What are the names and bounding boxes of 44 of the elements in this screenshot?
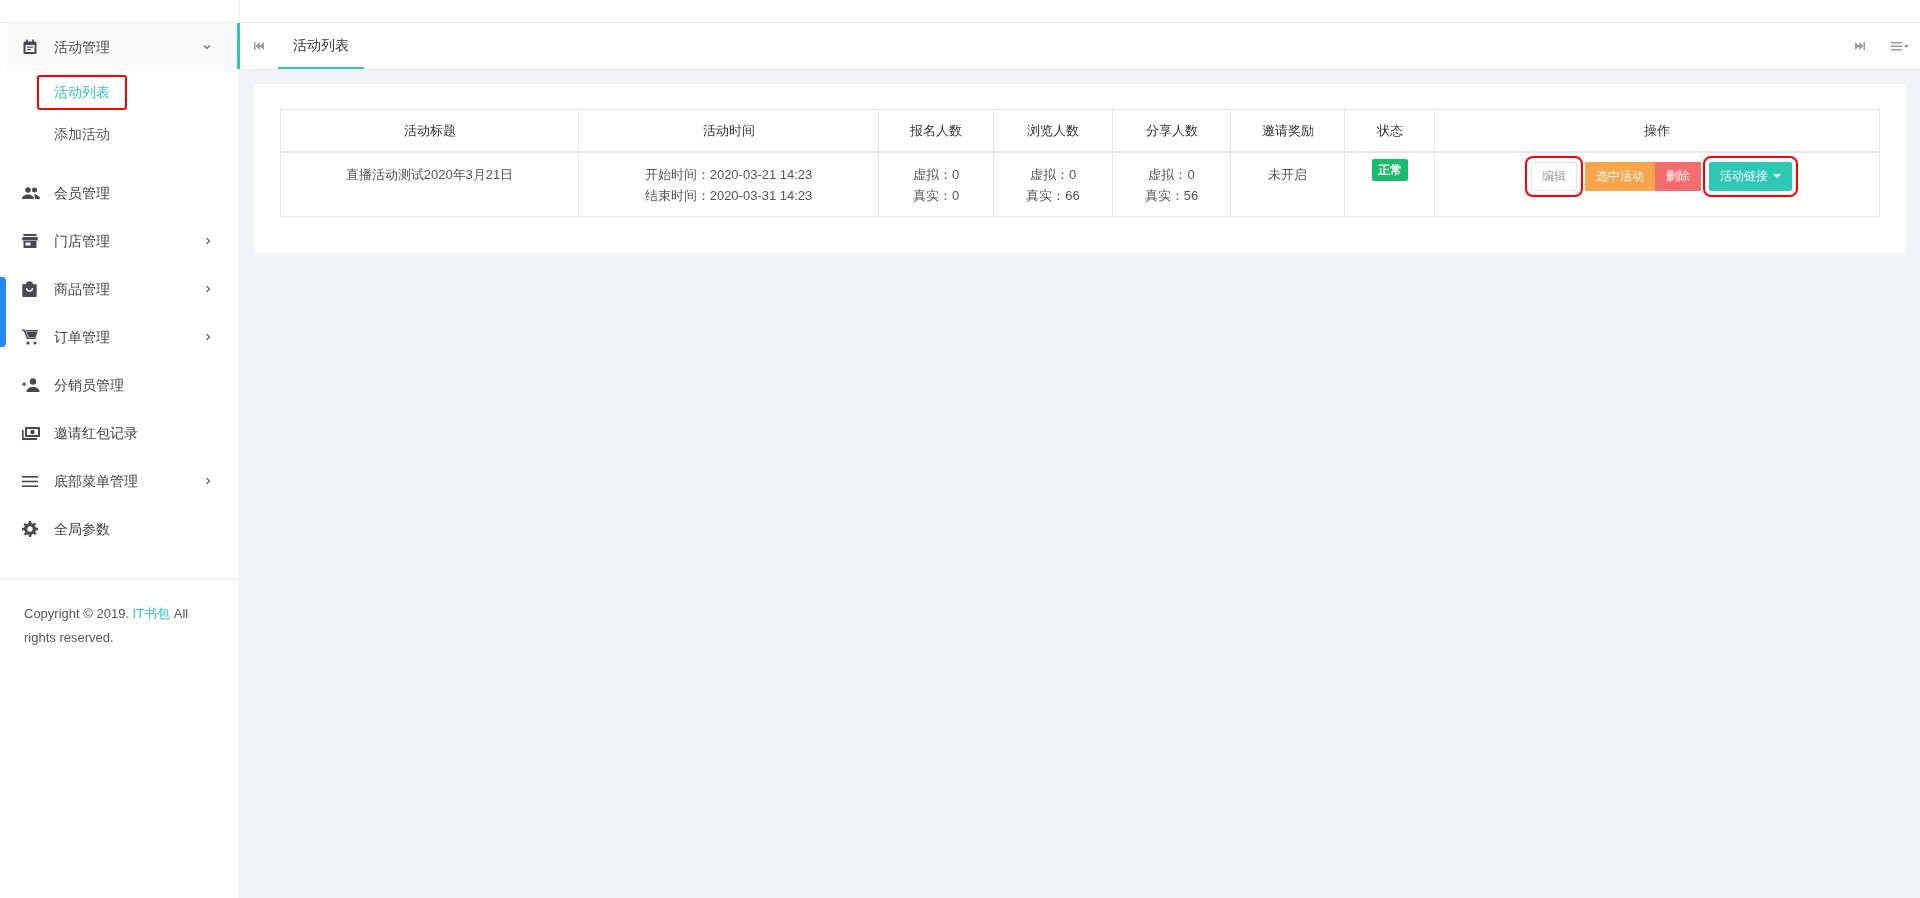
column-header: 活动标题: [280, 109, 579, 152]
column-header: 状态: [1344, 109, 1435, 152]
sidebar-item[interactable]: 邀请红包记录: [7, 409, 239, 457]
time-text: 开始时间：2020-03-21 14:23: [643, 165, 814, 184]
edge-indicator: [0, 277, 6, 347]
cart-icon: [22, 329, 38, 345]
shopping-bag-icon: [22, 281, 37, 297]
skip-forward-icon: [1855, 42, 1865, 50]
page-tab[interactable]: 活动列表: [278, 23, 364, 69]
copyright-text: Copyright © 2019. IT书包 All rights reserved.: [24, 605, 190, 647]
count-text: 真实：66: [1025, 186, 1081, 205]
column-header: 邀请奖励: [1230, 109, 1345, 152]
count-text: 真实：56: [1143, 186, 1200, 205]
time-text: 结束时间：2020-03-31 14:23: [643, 186, 814, 205]
people-icon: [22, 187, 40, 199]
sidebar-item[interactable]: 底部菜单管理: [7, 457, 239, 505]
sidebar-item[interactable]: 分销员管理: [7, 361, 239, 409]
count-text: 虚拟：0: [1147, 165, 1196, 184]
calendar-icon: [22, 39, 38, 55]
submenu-item[interactable]: 添加活动: [37, 116, 127, 152]
status-badge: 正常: [1371, 158, 1408, 181]
sidebar-item[interactable]: 门店管理: [7, 217, 239, 265]
menu-icon: [22, 475, 38, 487]
sidebar-item[interactable]: 商品管理: [7, 265, 239, 313]
title-cell-text: 直播活动测试2020年3月21日: [344, 165, 515, 184]
reward-text: 未开启: [1267, 165, 1308, 184]
settings-icon: [22, 521, 38, 537]
store-icon: [22, 234, 38, 248]
count-text: 真实：0: [911, 186, 961, 205]
count-text: 虚拟：0: [911, 165, 961, 184]
count-text: 虚拟：0: [1028, 165, 1078, 184]
column-header: 操作: [1434, 109, 1880, 152]
person-add-icon: [22, 378, 40, 392]
sidebar-item[interactable]: 会员管理: [7, 169, 239, 217]
column-header: 活动时间: [578, 109, 879, 152]
column-header: 报名人数: [878, 109, 994, 152]
banknote-icon: [22, 426, 40, 440]
column-header: 浏览人数: [993, 109, 1113, 152]
skip-back-icon: [254, 42, 264, 50]
sidebar-item[interactable]: 全局参数: [7, 505, 239, 553]
sidebar-item[interactable]: 活动管理: [7, 23, 239, 71]
sidebar-item[interactable]: 订单管理: [7, 313, 239, 361]
column-header: 分享人数: [1112, 109, 1231, 152]
menu-icon: [1891, 41, 1909, 51]
